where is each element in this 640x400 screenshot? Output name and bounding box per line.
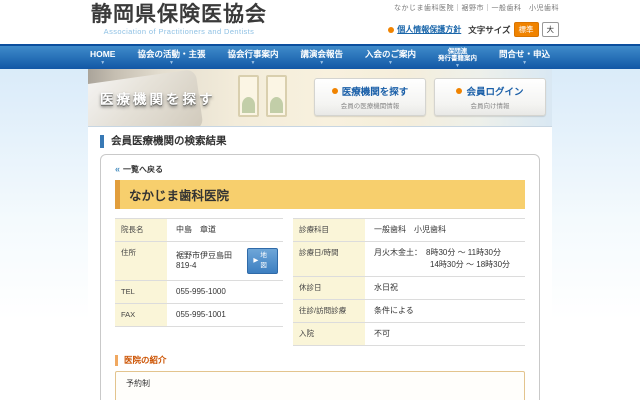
nav-item-home[interactable]: HOME ▼ <box>80 46 126 69</box>
button-sublabel: 会員向け情報 <box>470 103 510 110</box>
row-value: 055-995-1001 <box>176 310 226 319</box>
nav-item-activities[interactable]: 協会の活動・主張 ▼ <box>127 46 215 69</box>
address-text: 裾野市伊豆島田819-4 <box>176 251 232 270</box>
row-value: 一般歯科 小児歯科 <box>374 225 446 234</box>
table-row: 休診日 水日祝 <box>293 277 525 300</box>
row-value: 月火木金土： 8時30分 ～ 11時30分 14時30分 ～ 18時30分 <box>365 242 525 276</box>
row-label: 往診/訪問診療 <box>293 300 365 322</box>
map-button-label: 地図 <box>260 252 267 269</box>
font-size-large-button[interactable]: 大 <box>541 22 559 37</box>
table-row: 入院 不可 <box>293 323 525 346</box>
row-label: 院長名 <box>115 219 167 241</box>
plant-photo <box>242 97 255 113</box>
row-label: TEL <box>115 281 167 303</box>
chevron-down-icon: ▼ <box>319 60 325 66</box>
chevron-down-icon: ▼ <box>388 60 393 66</box>
bullet-icon <box>331 88 338 94</box>
page-title: 会員医療機関の検索結果 <box>100 135 540 148</box>
table-row: 診療日/時間 月火木金土： 8時30分 ～ 11時30分 14時30分 ～ 18… <box>293 242 525 277</box>
site-logo-title: 静岡県保険医協会 <box>91 3 267 26</box>
back-arrow-icon: « <box>115 164 121 174</box>
privacy-policy-link[interactable]: 個人情報保護方針 <box>388 24 461 35</box>
site-header: 静岡県保険医協会 Association of Practitioners an… <box>0 0 640 44</box>
back-to-list-link[interactable]: « 一覧へ戻る <box>115 164 163 175</box>
table-row: FAX 055-995-1001 <box>115 304 283 327</box>
nav-item-contact[interactable]: 問合せ・申込 ▼ <box>489 46 560 69</box>
nav-item-lecture-reports[interactable]: 講演会報告 ▼ <box>291 46 354 69</box>
nav-item-events[interactable]: 協会行事案内 ▼ <box>217 46 288 69</box>
row-label: FAX <box>115 304 167 326</box>
nav-item-label: 保団連 <box>447 47 468 55</box>
chevron-down-icon: ▼ <box>455 62 460 69</box>
row-value: 水日祝 <box>374 283 398 292</box>
table-row: TEL 055-995-1000 <box>115 281 283 304</box>
button-label: 医療機関を探す <box>341 87 409 98</box>
row-label: 住所 <box>115 242 167 280</box>
back-link-label: 一覧へ戻る <box>123 165 164 174</box>
map-arrow-icon: ▶ <box>253 257 259 264</box>
bullet-icon <box>388 26 395 33</box>
row-label: 入院 <box>293 323 365 345</box>
chevron-down-icon: ▼ <box>250 60 256 66</box>
row-value: 中島 章道 <box>176 225 216 234</box>
hours-line2: 14時30分 ～ 18時30分 <box>430 260 511 269</box>
row-label: 診療科目 <box>293 219 365 241</box>
search-medical-institutions-button[interactable]: 医療機関を探す 会員の医療機関情報 <box>314 78 426 116</box>
privacy-policy-label: 個人情報保護方針 <box>397 25 462 34</box>
search-result-card: « 一覧へ戻る なかじま歯科医院 院長名 中島 章道 住所 裾野市伊豆島田819… <box>100 154 540 400</box>
banner-title: 医療機関を探す <box>100 92 216 107</box>
clinic-hours-table: 診療科目 一般歯科 小児歯科 診療日/時間 月火木金土： 8時30分 ～ 11時… <box>293 218 525 346</box>
chevron-down-icon: ▼ <box>522 60 528 66</box>
table-row: 診療科目 一般歯科 小児歯科 <box>293 219 525 242</box>
site-logo[interactable]: 静岡県保険医協会 Association of Practitioners an… <box>91 3 267 36</box>
nav-item-label: 問合せ・申込 <box>499 49 551 59</box>
window-photo <box>266 75 287 117</box>
main-nav: HOME ▼ 協会の活動・主張 ▼ 協会行事案内 ▼ 講演会報告 ▼ 入会のご案… <box>0 44 640 69</box>
content-column: 図 医療機関を探す 医療機関を探す 会員の医療機関情報 会員ログイン 会員向け情… <box>88 69 552 400</box>
row-label: 診療日/時間 <box>293 242 365 276</box>
nav-item-label: 協会行事案内 <box>227 49 279 59</box>
chevron-down-icon: ▼ <box>169 60 174 66</box>
window-photo <box>238 75 259 117</box>
map-button[interactable]: ▶ 地図 <box>247 248 278 274</box>
nav-item-label: HOME <box>89 49 116 59</box>
member-login-button[interactable]: 会員ログイン 会員向け情報 <box>434 78 546 116</box>
hours-line1: 月火木金土： 8時30分 ～ 11時30分 <box>374 248 501 257</box>
row-label: 休診日 <box>293 277 365 299</box>
table-row: 住所 裾野市伊豆島田819-4 ▶ 地図 <box>115 242 283 281</box>
button-label: 会員ログイン <box>466 87 524 98</box>
row-value: 055-995-1000 <box>176 287 226 296</box>
font-size-standard-button[interactable]: 標準 <box>513 22 539 37</box>
clinic-intro-box: 予約制 <box>115 371 525 400</box>
row-value: 不可 <box>374 329 390 338</box>
button-sublabel: 会員の医療機関情報 <box>340 103 400 110</box>
row-value: 条件による <box>374 306 414 315</box>
hero-banner: 図 医療機関を探す 医療機関を探す 会員の医療機関情報 会員ログイン 会員向け情… <box>88 69 552 127</box>
breadcrumb: なかじま歯科医院｜裾野市｜一般歯科 小児歯科 <box>394 5 559 12</box>
nav-item-label: 入会のご案内 <box>365 49 417 59</box>
plant-photo <box>270 97 283 113</box>
table-row: 往診/訪問診療 条件による <box>293 300 525 323</box>
clinic-intro-heading: 医院の紹介 <box>115 355 525 366</box>
nav-item-label: 講演会報告 <box>300 49 344 59</box>
nav-item-label: 発行書籍案内 <box>438 54 478 62</box>
table-row: 院長名 中島 章道 <box>115 219 283 242</box>
nav-item-label: 協会の活動・主張 <box>137 49 206 59</box>
clinic-name-heading: なかじま歯科医院 <box>115 180 525 209</box>
nav-item-membership[interactable]: 入会のご案内 ▼ <box>355 46 426 69</box>
clinic-contact-table: 院長名 中島 章道 住所 裾野市伊豆島田819-4 ▶ 地図 TEL 055-9… <box>115 218 283 346</box>
bullet-icon <box>456 88 463 94</box>
font-size-label: 文字サイズ <box>468 24 511 35</box>
site-logo-subtitle: Association of Practitioners and Dentist… <box>103 27 255 36</box>
row-value: 裾野市伊豆島田819-4 ▶ 地図 <box>167 242 283 280</box>
nav-item-publications[interactable]: 保団連 発行書籍案内 ▼ <box>428 46 487 69</box>
chevron-down-icon: ▼ <box>100 60 106 66</box>
